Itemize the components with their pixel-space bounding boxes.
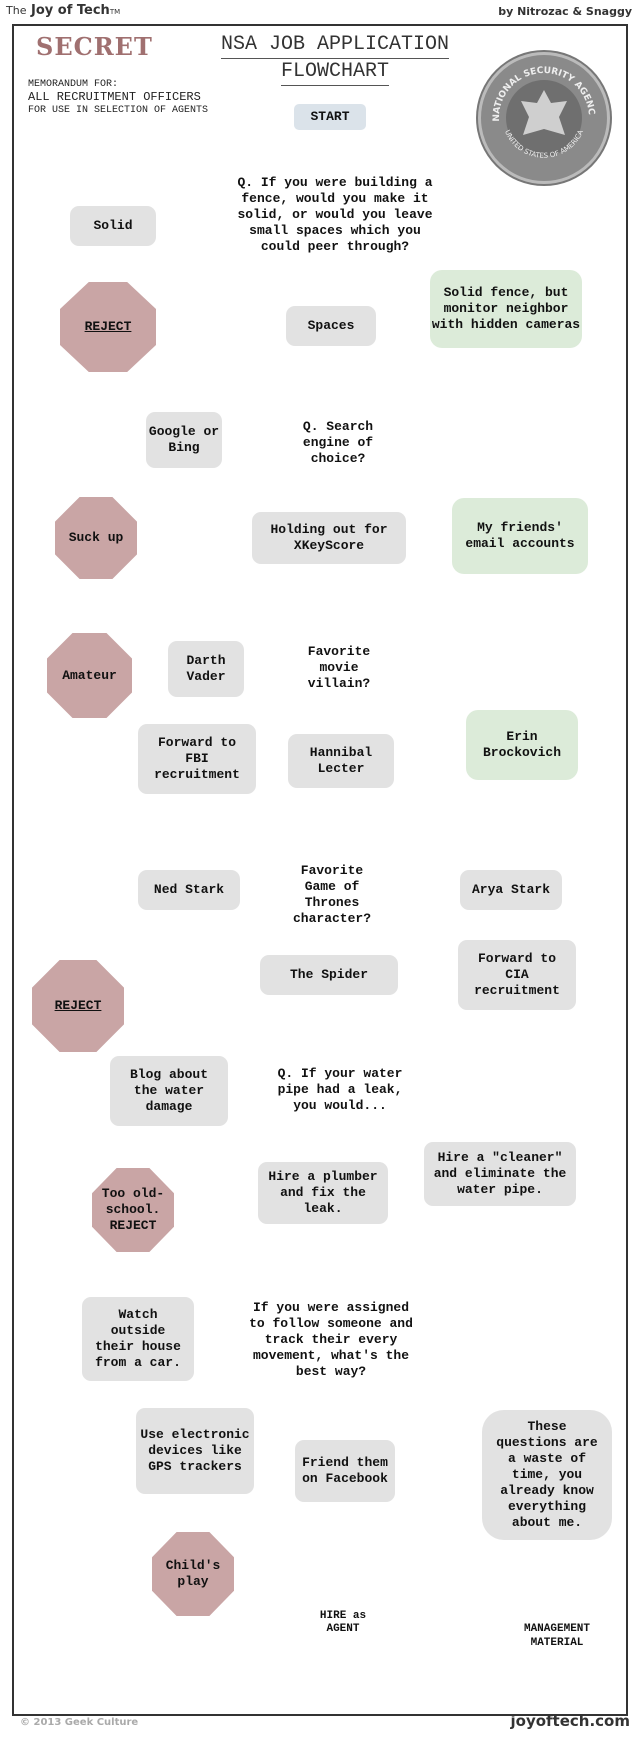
answer-google-bing: Google or Bing (146, 412, 222, 468)
forward-fbi-text: Forward to FBI recruitment (154, 735, 240, 782)
answer-hannibal: Hannibal Lecter (288, 734, 394, 788)
hire-agent-star: HIRE as AGENT (286, 1566, 400, 1676)
brand-logo: The Joy of TechTM (6, 3, 120, 18)
answer-gps-text: Use electronic devices like GPS trackers (140, 1427, 250, 1474)
answer-blog-text: Blog about the water damage (129, 1067, 208, 1114)
answer-blog-damage: Blog about the water damage (110, 1056, 228, 1126)
answer-good-text: Solid fence, but monitor neighbor with h… (431, 285, 581, 332)
amateur-node: Amateur (47, 633, 132, 718)
answer-friends-email: My friends' email accounts (452, 498, 588, 574)
memo-recipients: ALL RECRUITMENT OFFICERS (28, 90, 201, 104)
answer-erin-brockovich: Erin Brockovich (466, 710, 578, 780)
answer-xkeyscore-text: Holding out for XKeyScore (270, 522, 388, 553)
question-movie-villain: Favorite movie villain? (284, 632, 394, 704)
page-title: NSA JOB APPLICATION FLOWCHART (190, 32, 480, 86)
answer-solid-fence-monitor: Solid fence, but monitor neighbor with h… (430, 270, 582, 348)
childs-play-label: Child's play (165, 1558, 221, 1589)
start-node: START (294, 104, 366, 130)
forward-fbi-node: Forward to FBI recruitment (138, 724, 256, 794)
answer-google-text: Google or Bing (148, 424, 220, 455)
management-label: MANAGEMENT MATERIAL (523, 1623, 590, 1649)
brand-name: Joy of Tech (31, 3, 110, 18)
question-pipe-text: Q. If your water pipe had a leak, you wo… (277, 1066, 403, 1113)
question-game-of-thrones: Favorite Game of Thrones character? (272, 850, 392, 940)
answer-vader-text: Darth Vader (186, 653, 226, 684)
answer-gps-trackers: Use electronic devices like GPS trackers (136, 1408, 254, 1494)
question-search-text: Q. Search engine of choice? (302, 419, 374, 466)
question-got-text: Favorite Game of Thrones character? (292, 863, 371, 926)
management-material-star: MANAGEMENT MATERIAL (498, 1578, 616, 1698)
answer-arya-stark: Arya Stark (460, 870, 562, 910)
answer-plumber-text: Hire a plumber and fix the leak. (268, 1169, 378, 1216)
answer-watch-text: Watch outside their house from a car. (95, 1307, 181, 1370)
forward-cia-text: Forward to CIA recruitment (474, 951, 560, 998)
answer-watch-from-car: Watch outside their house from a car. (82, 1297, 194, 1381)
trademark: TM (109, 8, 121, 16)
question-fence-text: Q. If you were building a fence, would y… (237, 175, 433, 254)
brand-prefix: The (6, 4, 27, 17)
answer-waste-of-time: These questions are a waste of time, you… (482, 1410, 612, 1540)
reject-label-2: REJECT (54, 998, 102, 1013)
question-villain-text: Favorite movie villain? (307, 644, 371, 691)
title-line-1: NSA JOB APPLICATION (220, 32, 450, 59)
question-fence: Q. If you were building a fence, would y… (200, 150, 470, 280)
suck-up-label: Suck up (68, 530, 124, 545)
answer-spaces-text: Spaces (307, 318, 355, 333)
answer-friend-facebook: Friend them on Facebook (295, 1440, 395, 1502)
answer-ned-stark: Ned Stark (138, 870, 240, 910)
answer-darth-vader: Darth Vader (168, 641, 244, 697)
question-follow-text: If you were assigned to follow someone a… (249, 1300, 413, 1379)
answer-spaces: Spaces (286, 306, 376, 346)
answer-facebook-text: Friend them on Facebook (302, 1455, 388, 1486)
answer-waste-text: These questions are a waste of time, you… (496, 1419, 598, 1530)
answer-erin-text: Erin Brockovich (482, 729, 561, 760)
secret-stamp: SECRET (36, 32, 153, 61)
memo-purpose: FOR USE IN SELECTION OF AGENTS (28, 105, 209, 116)
old-school-label: Too old-school. REJECT (101, 1186, 165, 1233)
nsa-seal-icon: NATIONAL SECURITY AGENCY UNITED STATES O… (478, 52, 610, 184)
answer-hannibal-text: Hannibal Lecter (309, 745, 373, 776)
hire-agent-label: HIRE as AGENT (319, 1610, 367, 1635)
answer-cleaner-text: Hire a "cleaner" and eliminate the water… (433, 1150, 567, 1197)
start-label: START (310, 109, 350, 124)
answer-hire-cleaner: Hire a "cleaner" and eliminate the water… (424, 1142, 576, 1206)
forward-cia-node: Forward to CIA recruitment (458, 940, 576, 1010)
copyright: © 2013 Geek Culture (20, 1717, 139, 1728)
question-follow-someone: If you were assigned to follow someone a… (226, 1280, 436, 1400)
answer-solid: Solid (70, 206, 156, 246)
site-link[interactable]: joyoftech.com (511, 1712, 631, 1730)
reject-label: REJECT (84, 319, 132, 334)
answer-xkeyscore: Holding out for XKeyScore (252, 512, 406, 564)
question-search-engine: Q. Search engine of choice? (276, 405, 400, 481)
answer-friends-email-text: My friends' email accounts (465, 520, 575, 551)
memorandum: MEMORANDUM FOR: ALL RECRUITMENT OFFICERS… (28, 78, 208, 117)
byline: by Nitrozac & Snaggy (498, 5, 632, 18)
answer-spider-text: The Spider (289, 967, 368, 982)
answer-solid-text: Solid (93, 218, 133, 233)
question-water-pipe: Q. If your water pipe had a leak, you wo… (250, 1045, 430, 1135)
answer-the-spider: The Spider (260, 955, 398, 995)
amateur-label: Amateur (62, 667, 117, 683)
answer-hire-plumber: Hire a plumber and fix the leak. (258, 1162, 388, 1224)
title-line-2: FLOWCHART (280, 59, 390, 86)
answer-arya-text: Arya Stark (471, 882, 550, 897)
answer-ned-text: Ned Stark (153, 882, 225, 897)
